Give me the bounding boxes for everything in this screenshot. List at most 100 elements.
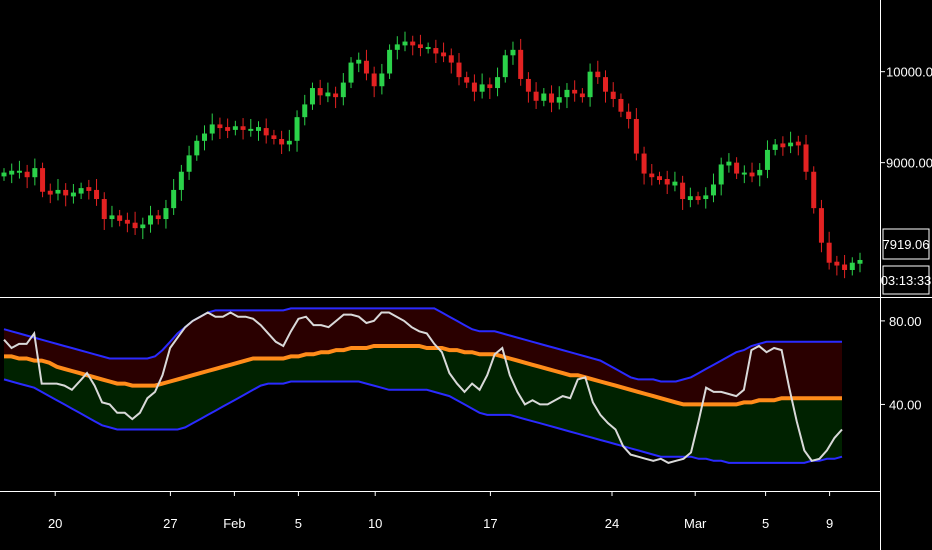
candle-body — [433, 48, 439, 54]
candle-body — [502, 55, 508, 78]
candle — [726, 153, 732, 173]
candle-body — [325, 92, 331, 97]
candle — [441, 42, 447, 63]
candle-body — [363, 60, 369, 74]
candle — [302, 94, 308, 126]
candle-body — [279, 138, 285, 145]
candle-body — [656, 176, 662, 181]
candle — [826, 231, 832, 270]
candle — [672, 171, 678, 192]
candle-body — [533, 91, 539, 101]
candle-body — [695, 196, 701, 201]
candle-body — [209, 124, 215, 134]
x-tick-label: 24 — [605, 516, 619, 531]
x-tick-label: 5 — [295, 516, 302, 531]
candle — [764, 140, 770, 179]
candle-body — [202, 133, 208, 141]
countdown-badge: 03:13:33 — [881, 265, 932, 295]
price-y-axis: 10000.00 9000.00 — [880, 65, 932, 171]
candle — [371, 66, 377, 98]
candle — [178, 164, 184, 201]
candle — [240, 118, 246, 140]
candle — [47, 183, 53, 204]
price-panel — [1, 31, 863, 279]
candle-body — [186, 155, 192, 172]
candle — [225, 118, 231, 139]
candle-body — [410, 41, 416, 46]
candle-body — [448, 55, 454, 63]
candle — [695, 191, 701, 205]
candle-body — [356, 59, 362, 64]
candle-body — [240, 126, 246, 130]
candle-body — [441, 52, 447, 57]
candle-body — [564, 89, 570, 98]
candle — [680, 175, 686, 210]
candle-body — [479, 84, 485, 92]
candle — [163, 199, 169, 229]
candle-body — [811, 171, 817, 209]
candle — [155, 209, 161, 225]
candle — [687, 187, 693, 208]
candle-body — [55, 189, 61, 194]
candle-body — [857, 259, 863, 264]
candle — [788, 131, 794, 154]
candle — [279, 130, 285, 155]
candle — [1, 168, 7, 181]
candle — [309, 82, 315, 110]
candle-body — [795, 141, 801, 146]
candle-body — [217, 124, 223, 129]
candle-body — [772, 144, 778, 150]
x-axis: 20 27 Feb 5 10 17 24 Mar 5 9 — [48, 491, 833, 531]
candle-body — [32, 168, 38, 178]
candle — [448, 48, 454, 74]
candle-body — [302, 104, 308, 118]
candle — [271, 129, 277, 145]
candle — [664, 170, 670, 195]
candle — [356, 52, 362, 73]
candle — [780, 136, 786, 156]
candle — [70, 184, 76, 204]
candle — [795, 135, 801, 156]
candle-body — [78, 188, 84, 194]
candle — [363, 49, 369, 81]
candle-body — [556, 97, 562, 103]
candle — [94, 179, 100, 206]
candle — [16, 160, 22, 179]
candle — [834, 255, 840, 276]
candle-body — [70, 192, 76, 197]
candle — [772, 138, 778, 156]
candle — [232, 120, 238, 136]
countdown-label: 03:13:33 — [881, 273, 932, 288]
candle-body — [510, 49, 516, 56]
candle-body — [626, 111, 632, 119]
candle-body — [579, 93, 585, 98]
candle — [487, 77, 493, 99]
candle — [340, 73, 346, 106]
candle — [718, 157, 724, 196]
candle — [587, 63, 593, 107]
candle-body — [387, 49, 393, 74]
x-tick-label: 17 — [483, 516, 497, 531]
candle-body — [610, 91, 616, 99]
candle — [610, 82, 616, 108]
candle — [186, 145, 192, 180]
candle-body — [603, 77, 609, 92]
candle — [333, 86, 339, 109]
candle-body — [749, 172, 755, 177]
candle — [394, 36, 400, 60]
candle-body — [687, 196, 693, 201]
candle-body — [248, 128, 254, 131]
candle — [209, 113, 215, 141]
price-y-tick-label: 9000.00 — [886, 156, 932, 171]
candle — [626, 103, 632, 129]
candle-body — [572, 89, 578, 94]
candle-body — [16, 170, 22, 173]
candle-body — [40, 168, 46, 192]
candle-body — [818, 208, 824, 243]
candle-body — [672, 181, 678, 186]
candle — [479, 73, 485, 99]
candle — [749, 162, 755, 183]
candle-body — [140, 224, 146, 229]
candle-body — [317, 88, 323, 96]
candle — [849, 257, 855, 276]
